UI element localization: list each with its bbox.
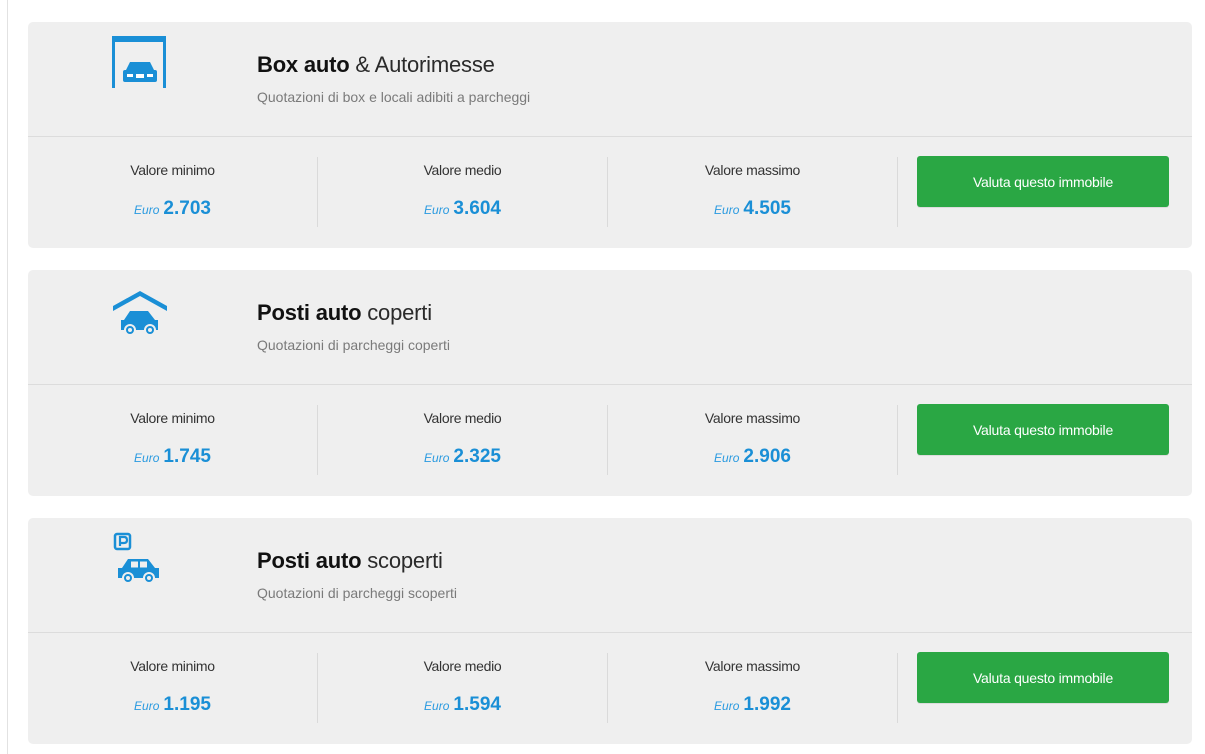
card-stats: Valore minimo Euro 1.745 Valore medio Eur…	[28, 385, 1192, 496]
stat-max: Valore massimo Euro 2.906	[608, 385, 897, 496]
stat-label: Valore medio	[423, 162, 502, 178]
stat-avg: Valore medio Euro 2.325	[318, 385, 607, 496]
stat-value: Euro 2.325	[424, 446, 501, 467]
card-subtitle: Quotazioni di box e locali adibiti a par…	[257, 89, 531, 105]
stat-min: Valore minimo Euro 2.703	[28, 137, 317, 248]
stat-label: Valore minimo	[130, 658, 215, 674]
stat-label: Valore massimo	[704, 658, 801, 674]
card-title: Box auto & Autorimesse	[257, 52, 495, 77]
open-parking-car-icon	[106, 526, 174, 588]
stat-max: Valore massimo Euro 4.505	[608, 137, 897, 248]
stat-min: Valore minimo Euro 1.195	[28, 633, 317, 744]
stat-value: Euro 2.703	[134, 198, 211, 219]
valuta-immobile-button[interactable]: Valuta questo immobile	[917, 652, 1169, 703]
stat-label: Valore medio	[423, 658, 502, 674]
stat-value: Euro 4.505	[714, 198, 791, 219]
card-subtitle: Quotazioni di parcheggi coperti	[257, 337, 451, 353]
stat-avg: Valore medio Euro 3.604	[318, 137, 607, 248]
stat-label: Valore massimo	[704, 162, 801, 178]
card-stats: Valore minimo Euro 1.195 Valore medio Eur…	[28, 633, 1192, 744]
card-header: Posti auto coperti Quotazioni di parcheg…	[28, 270, 1192, 385]
stat-label: Valore minimo	[130, 410, 215, 426]
stat-max: Valore massimo Euro 1.992	[608, 633, 897, 744]
valuta-immobile-button[interactable]: Valuta questo immobile	[917, 156, 1169, 207]
stat-value: Euro 1.195	[134, 694, 211, 715]
divider	[897, 157, 898, 227]
card-title: Posti auto coperti	[257, 300, 432, 325]
left-border-line	[7, 0, 8, 754]
stat-label: Valore massimo	[704, 410, 801, 426]
stat-value: Euro 3.604	[424, 198, 501, 219]
card-title: Posti auto scoperti	[257, 548, 443, 573]
card-box-auto: Box auto & Autorimesse Quotazioni di box…	[28, 22, 1192, 248]
divider	[897, 405, 898, 475]
stat-value: Euro 1.745	[134, 446, 211, 467]
stat-value: Euro 2.906	[714, 446, 791, 467]
stat-value: Euro 1.594	[424, 694, 501, 715]
stat-avg: Valore medio Euro 1.594	[318, 633, 607, 744]
covered-parking-car-icon	[106, 278, 174, 340]
card-stats: Valore minimo Euro 2.703 Valore medio Eur…	[28, 137, 1192, 248]
card-subtitle: Quotazioni di parcheggi scoperti	[257, 585, 458, 601]
stat-label: Valore medio	[423, 410, 502, 426]
card-header: Box auto & Autorimesse Quotazioni di box…	[28, 22, 1192, 137]
divider	[897, 653, 898, 723]
card-posti-auto-coperti: Posti auto coperti Quotazioni di parcheg…	[28, 270, 1192, 496]
stat-label: Valore minimo	[130, 162, 215, 178]
stat-value: Euro 1.992	[714, 694, 791, 715]
card-posti-auto-scoperti: Posti auto scoperti Quotazioni di parche…	[28, 518, 1192, 744]
stat-min: Valore minimo Euro 1.745	[28, 385, 317, 496]
garage-box-car-icon	[106, 30, 174, 92]
card-header: Posti auto scoperti Quotazioni di parche…	[28, 518, 1192, 633]
valuta-immobile-button[interactable]: Valuta questo immobile	[917, 404, 1169, 455]
